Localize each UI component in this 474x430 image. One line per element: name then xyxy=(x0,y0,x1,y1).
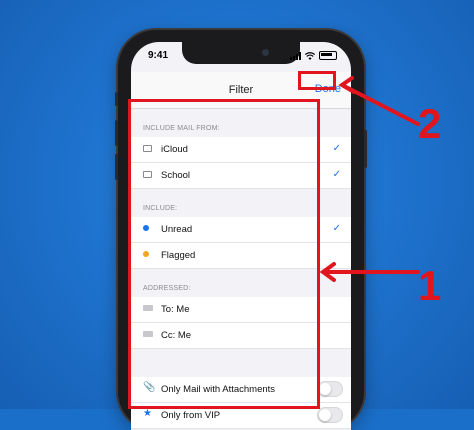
annotation-number-1: 1 xyxy=(418,262,442,309)
annotation-arrows xyxy=(319,76,420,282)
arrow-2-head xyxy=(338,76,356,94)
vip-toggle[interactable] xyxy=(317,407,343,423)
star-icon: ★ xyxy=(143,408,152,419)
annotation-number-2: 2 xyxy=(418,100,442,147)
